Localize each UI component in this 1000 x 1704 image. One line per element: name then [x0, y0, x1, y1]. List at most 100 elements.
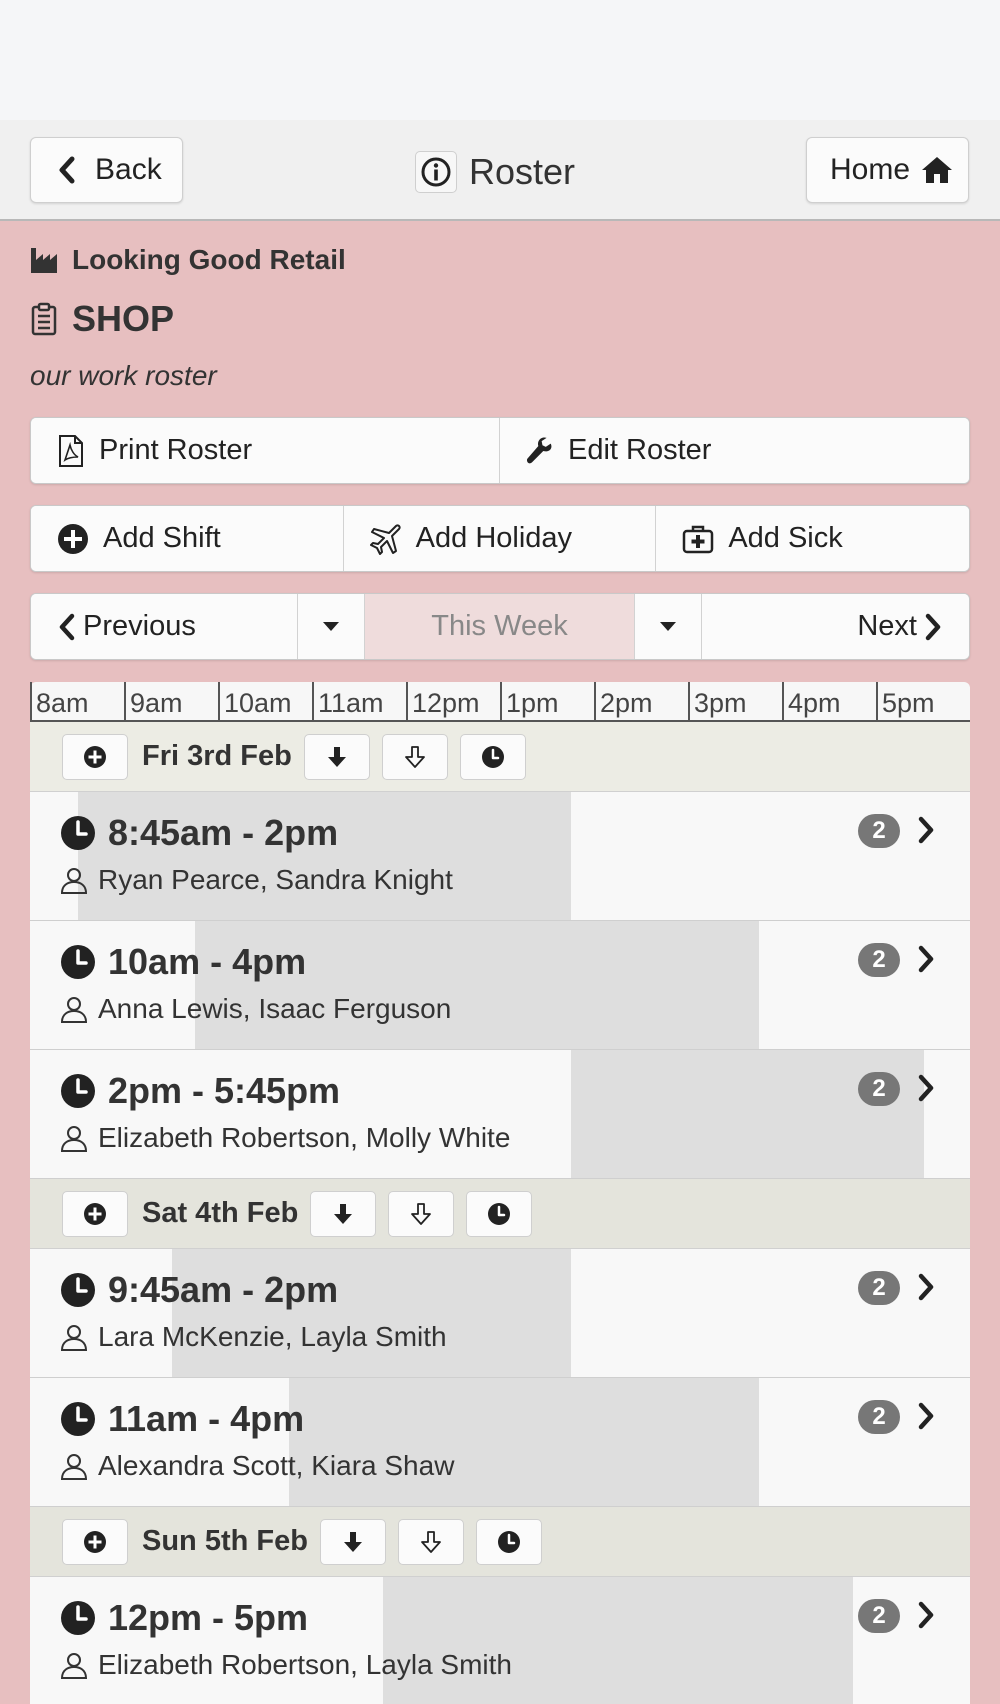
next-week-button[interactable]: Next — [702, 594, 969, 659]
day-header: Fri 3rd Feb — [30, 722, 970, 792]
plus-circle-icon — [84, 1530, 106, 1553]
print-roster-label: Print Roster — [99, 434, 253, 466]
arrow-down-outline-icon — [421, 1530, 441, 1553]
clock-icon — [61, 1402, 95, 1436]
team-name: SHOP — [72, 298, 175, 339]
shift-staff-names: Ryan Pearce, Sandra Knight — [98, 864, 453, 895]
export-day-button[interactable] — [381, 733, 448, 780]
day-times-button[interactable] — [459, 733, 526, 780]
staff-count-badge: 2 — [858, 943, 900, 977]
clipboard-icon — [31, 302, 57, 336]
plane-icon — [369, 523, 401, 555]
shift-duration-bar — [571, 1050, 924, 1178]
info-button[interactable] — [415, 151, 457, 193]
add-shift-to-day-button[interactable] — [62, 733, 128, 780]
shift-time-text: 12pm - 5pm — [108, 1597, 309, 1638]
add-shift-to-day-button[interactable] — [62, 1518, 128, 1565]
home-button[interactable]: Home — [806, 137, 969, 203]
shift-row[interactable]: 2pm - 5:45pm Elizabeth Robertson, Molly W… — [30, 1050, 970, 1179]
clock-icon — [61, 945, 95, 979]
arrow-down-outline-icon — [411, 1202, 432, 1225]
hour-tick: 12pm — [406, 682, 480, 720]
add-shift-label: Add Shift — [103, 522, 221, 554]
export-day-button[interactable] — [397, 1518, 464, 1565]
add-actions: Add Shift Add Holiday Add Sick — [30, 505, 970, 572]
arrow-down-solid-icon — [327, 746, 346, 767]
chevron-right-icon — [918, 1273, 934, 1301]
day-times-button[interactable] — [475, 1518, 542, 1565]
add-shift-button[interactable]: Add Shift — [31, 506, 344, 571]
user-icon — [60, 1325, 88, 1351]
download-day-button[interactable] — [319, 1518, 386, 1565]
hour-tick: 10am — [218, 682, 292, 720]
roster-timeline: 8am 9am 10am 11am 12pm 1pm 2pm 3pm 4pm 5pm Fri 3r… — [30, 682, 970, 1704]
next-week-dropdown[interactable] — [635, 594, 702, 659]
day-times-button[interactable] — [466, 1190, 533, 1237]
page-title-text: Roster — [469, 151, 576, 192]
shift-row[interactable]: 9:45am - 2pm Lara McKenzie, Layla Smith 2 — [30, 1249, 970, 1378]
home-label: Home — [830, 153, 911, 186]
add-sick-label: Add Sick — [728, 522, 843, 554]
export-day-button[interactable] — [388, 1190, 455, 1237]
download-day-button[interactable] — [310, 1190, 377, 1237]
page-title: Roster — [415, 142, 575, 202]
clock-icon — [61, 1074, 95, 1108]
user-icon — [60, 868, 88, 894]
chevron-right-icon — [925, 613, 941, 640]
this-week-button[interactable]: This Week — [365, 594, 635, 659]
shift-time: 12pm - 5pm — [60, 1597, 308, 1639]
clock-icon — [488, 1202, 511, 1225]
organisation: Looking Good Retail — [30, 244, 346, 276]
shift-time-text: 11am - 4pm — [108, 1398, 305, 1439]
shift-row[interactable]: 12pm - 5pm Elizabeth Robertson, Layla Smi… — [30, 1577, 970, 1704]
next-label: Next — [857, 610, 917, 642]
shift-staff-names: Anna Lewis, Isaac Ferguson — [98, 993, 452, 1024]
day-label: Sat 4th Feb — [142, 1197, 299, 1229]
week-navigation: Previous This Week Next — [30, 593, 970, 660]
shift-staff: Ryan Pearce, Sandra Knight — [60, 864, 453, 896]
medical-kit-icon — [683, 525, 714, 553]
hour-tick: 4pm — [782, 682, 841, 720]
add-holiday-button[interactable]: Add Holiday — [343, 506, 657, 571]
edit-roster-button[interactable]: Edit Roster — [500, 418, 969, 483]
shift-row[interactable]: 8:45am - 2pm Ryan Pearce, Sandra Knight 2 — [30, 792, 970, 921]
previous-week-button[interactable]: Previous — [31, 594, 298, 659]
shift-row[interactable]: 10am - 4pm Anna Lewis, Isaac Ferguson 2 — [30, 921, 970, 1050]
back-label: Back — [95, 153, 162, 186]
this-week-label: This Week — [431, 610, 568, 642]
chevron-right-icon — [918, 816, 934, 844]
staff-count-badge: 2 — [858, 1599, 900, 1633]
caret-down-icon — [323, 621, 339, 631]
staff-count-badge: 2 — [858, 1400, 900, 1434]
status-area — [0, 0, 1000, 120]
user-icon — [60, 1653, 88, 1679]
add-sick-button[interactable]: Add Sick — [656, 506, 969, 571]
print-roster-button[interactable]: Print Roster — [31, 418, 500, 483]
previous-week-dropdown[interactable] — [298, 594, 365, 659]
shift-staff-names: Elizabeth Robertson, Layla Smith — [98, 1649, 512, 1680]
team: SHOP — [30, 298, 174, 340]
shift-time-text: 10am - 4pm — [108, 941, 307, 982]
home-icon — [922, 157, 953, 183]
caret-down-icon — [660, 621, 676, 631]
add-shift-to-day-button[interactable] — [62, 1190, 128, 1237]
download-day-button[interactable] — [303, 733, 370, 780]
user-icon — [60, 997, 88, 1023]
shift-time: 2pm - 5:45pm — [60, 1070, 340, 1112]
chevron-right-icon — [918, 945, 934, 973]
clock-icon — [497, 1530, 520, 1553]
shift-staff: Lara McKenzie, Layla Smith — [60, 1321, 447, 1353]
day-header: Sun 5th Feb — [30, 1507, 970, 1577]
back-button[interactable]: Back — [30, 137, 183, 203]
arrow-down-outline-icon — [404, 745, 425, 768]
plus-circle-icon — [58, 523, 88, 554]
info-icon — [421, 157, 451, 187]
day-list: Fri 3rd Feb 8:45am - 2pm Ryan Pearce, Sand… — [30, 722, 970, 1704]
shift-staff-names: Lara McKenzie, Layla Smith — [98, 1321, 447, 1352]
day-label: Fri 3rd Feb — [142, 740, 292, 772]
shift-staff-names: Alexandra Scott, Kiara Shaw — [98, 1450, 455, 1481]
hour-tick: 3pm — [688, 682, 747, 720]
clock-icon — [481, 745, 504, 768]
shift-row[interactable]: 11am - 4pm Alexandra Scott, Kiara Shaw 2 — [30, 1378, 970, 1507]
add-holiday-label: Add Holiday — [415, 522, 573, 554]
